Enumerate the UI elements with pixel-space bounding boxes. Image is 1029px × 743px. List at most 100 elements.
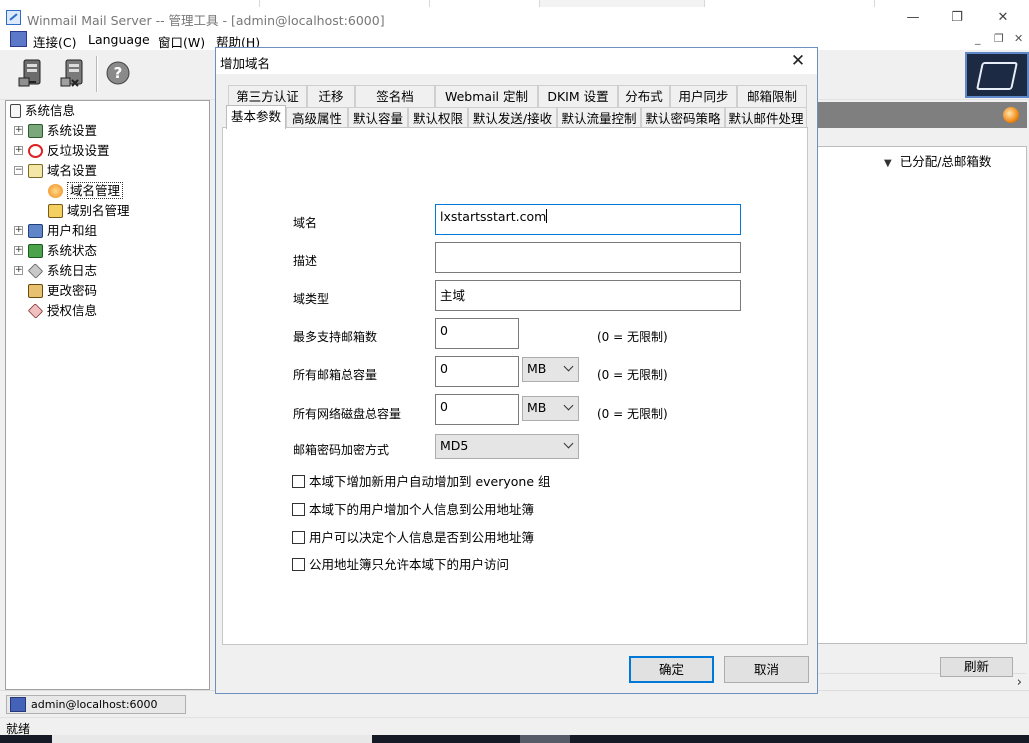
checkbox-label: 本域下的用户增加个人信息到公用地址簿 xyxy=(309,502,535,517)
tab-distributed[interactable]: 分布式 xyxy=(618,85,670,107)
scroll-right-icon[interactable]: › xyxy=(1017,675,1022,690)
help-icon[interactable]: ? xyxy=(104,56,136,90)
restore-button[interactable]: ❐ xyxy=(942,9,972,27)
disconnect-server-icon[interactable] xyxy=(58,56,90,90)
tab-dkim[interactable]: DKIM 设置 xyxy=(538,85,618,107)
checkbox-label: 用户可以决定个人信息是否到公用地址簿 xyxy=(309,530,535,545)
tab-webmail-custom[interactable]: Webmail 定制 xyxy=(435,85,538,107)
domain-value: lxstartsstart.com xyxy=(440,209,547,224)
column-header-mailbox-count[interactable]: ▼ 已分配/总邮箱数 xyxy=(884,151,991,170)
tree-item-change-password[interactable]: 更改密码 xyxy=(28,281,97,300)
tab-basic-params[interactable]: 基本参数 xyxy=(226,105,286,129)
mdi-close-button[interactable]: ✕ xyxy=(1014,32,1023,45)
domain-list[interactable]: ▼ 已分配/总邮箱数 › xyxy=(817,146,1027,691)
tab-default-password-policy[interactable]: 默认密码策略 xyxy=(641,107,725,129)
total-disk-unit-select[interactable]: MB xyxy=(522,396,579,421)
checkbox-auto-everyone-group[interactable]: 本域下增加新用户自动增加到 everyone 组 xyxy=(292,475,551,491)
checkbox-addressbook-domain-only[interactable]: 公用地址簿只允许本域下的用户访问 xyxy=(292,558,509,574)
tree-item-license[interactable]: 授权信息 xyxy=(27,301,97,320)
mdi-child-icon[interactable] xyxy=(10,31,27,47)
app-window-icon xyxy=(6,10,21,25)
tab-default-permission[interactable]: 默认权限 xyxy=(408,107,468,129)
checkbox-label: 公用地址簿只允许本域下的用户访问 xyxy=(309,557,510,572)
checkbox-user-decides-public[interactable]: 用户可以决定个人信息是否到公用地址簿 xyxy=(292,531,534,547)
svg-text:?: ? xyxy=(114,64,123,82)
unit-value: MB xyxy=(527,400,547,415)
tab-user-sync[interactable]: 用户同步 xyxy=(670,85,737,107)
mdi-restore-button[interactable]: ❐ xyxy=(994,32,1004,45)
domain-input[interactable]: lxstartsstart.com xyxy=(435,204,741,235)
menu-window[interactable]: 窗口(W) xyxy=(158,32,205,51)
settings-icon xyxy=(28,124,43,138)
password-encryption-select[interactable]: MD5 xyxy=(435,434,579,459)
max-mailbox-input[interactable]: 0 xyxy=(435,318,519,349)
unit-value: MB xyxy=(527,361,547,376)
status-icon xyxy=(28,244,43,258)
close-button[interactable]: ✕ xyxy=(988,9,1018,27)
total-mail-capacity-input[interactable]: 0 xyxy=(435,356,519,387)
tab-advanced[interactable]: 高级属性 xyxy=(286,107,348,129)
menu-connect[interactable]: 连接(C) xyxy=(33,32,76,51)
tab-default-traffic[interactable]: 默认流量控制 xyxy=(557,107,641,129)
tab-signature[interactable]: 签名档 xyxy=(355,85,435,107)
tree-item-label: 用户和组 xyxy=(47,223,98,238)
menu-language[interactable]: Language xyxy=(88,32,150,47)
chevron-down-icon xyxy=(563,438,574,449)
max-mailbox-label: 最多支持邮箱数 xyxy=(293,330,378,344)
expand-icon[interactable]: + xyxy=(14,126,23,135)
expand-icon[interactable]: + xyxy=(14,246,23,255)
tab-third-party-auth[interactable]: 第三方认证 xyxy=(228,85,307,107)
tab-mailbox-limit[interactable]: 邮箱限制 xyxy=(737,85,807,107)
tab-default-send-receive[interactable]: 默认发送/接收 xyxy=(468,107,557,129)
tab-default-mail-processing[interactable]: 默认邮件处理 xyxy=(725,107,807,129)
expand-icon[interactable]: + xyxy=(14,226,23,235)
tab-default-quota[interactable]: 默认容量 xyxy=(348,107,408,129)
taskbar-segment xyxy=(520,735,570,743)
collapse-icon[interactable]: − xyxy=(14,166,23,175)
top-strip xyxy=(0,0,1029,7)
checkbox-box[interactable] xyxy=(292,475,305,488)
dialog-close-button[interactable]: ✕ xyxy=(785,50,811,72)
tree-item-system-info[interactable]: 系统信息 xyxy=(10,101,75,120)
checkbox-box[interactable] xyxy=(292,558,305,571)
mdi-minimize-button[interactable]: _ xyxy=(975,32,981,45)
chevron-down-icon xyxy=(563,361,574,372)
text-caret xyxy=(546,209,548,223)
expand-icon[interactable]: + xyxy=(14,146,23,155)
tree-item-antispam[interactable]: 反垃圾设置 xyxy=(28,141,110,160)
domain-type-label: 域类型 xyxy=(293,292,330,306)
tree-item-domain-settings[interactable]: 域名设置 xyxy=(28,161,97,180)
taskbar xyxy=(0,735,1029,743)
description-input[interactable] xyxy=(435,242,741,273)
checkbox-box[interactable] xyxy=(292,531,305,544)
key-icon xyxy=(28,284,43,298)
window-title: Winmail Mail Server -- 管理工具 - [admin@loc… xyxy=(27,13,385,28)
tree-item-system-status[interactable]: 系统状态 xyxy=(28,241,97,260)
connect-server-icon[interactable] xyxy=(16,56,48,90)
status-bar: 就绪 xyxy=(0,717,1029,736)
expand-icon[interactable]: + xyxy=(14,266,23,275)
total-disk-capacity-input[interactable]: 0 xyxy=(435,394,519,425)
connection-status-bar: admin@localhost:6000 xyxy=(0,690,1029,717)
tab-migration[interactable]: 迁移 xyxy=(307,85,355,107)
total-mail-unit-select[interactable]: MB xyxy=(522,357,579,382)
tree-item-system-settings[interactable]: 系统设置 xyxy=(28,121,97,140)
add-domain-dialog: 增加域名 ✕ 第三方认证 迁移 签名档 Webmail 定制 DKIM 设置 分… xyxy=(215,47,818,694)
cancel-button[interactable]: 取消 xyxy=(724,656,809,683)
tree-item-label: 反垃圾设置 xyxy=(47,143,110,158)
minimize-button[interactable]: — xyxy=(898,9,928,27)
connection-text: admin@localhost:6000 xyxy=(31,698,158,711)
checkbox-box[interactable] xyxy=(292,503,305,516)
tree-item-users-groups[interactable]: 用户和组 xyxy=(28,221,97,240)
tree-item-domain-alias[interactable]: 域别名管理 xyxy=(48,201,130,220)
tree-item-label: 系统日志 xyxy=(47,263,98,278)
strip-segment xyxy=(430,0,540,7)
total-mail-hint: (0 = 无限制) xyxy=(597,368,668,382)
checkbox-add-to-public-addressbook[interactable]: 本域下的用户增加个人信息到公用地址簿 xyxy=(292,503,534,519)
tree-item-domain-management[interactable]: 域名管理 xyxy=(48,181,124,200)
max-mailbox-hint: (0 = 无限制) xyxy=(597,330,668,344)
domain-type-field[interactable]: 主域 xyxy=(435,280,741,311)
tree-item-system-log[interactable]: 系统日志 xyxy=(27,261,98,280)
ok-button[interactable]: 确定 xyxy=(629,656,714,683)
refresh-button[interactable]: 刷新 xyxy=(940,657,1013,677)
